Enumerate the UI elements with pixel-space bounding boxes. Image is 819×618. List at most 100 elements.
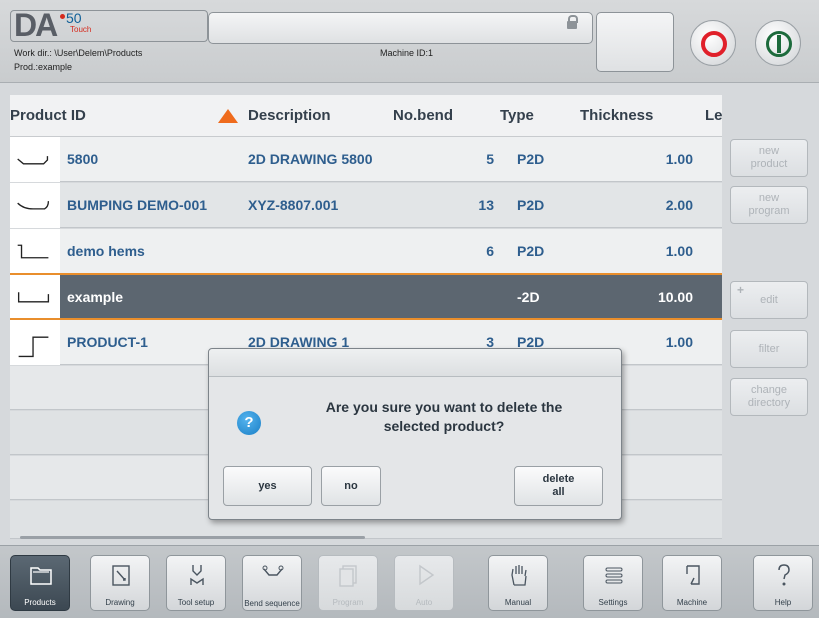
new-program-label-2: program xyxy=(748,205,790,217)
delete-all-label-1: delete xyxy=(542,473,575,485)
settings-icon xyxy=(605,567,623,584)
col-thickness[interactable]: Thickness xyxy=(580,107,653,124)
table-row[interactable]: demo hems 6 P2D 1.00 xyxy=(10,229,722,274)
nav-tool-setup[interactable]: Tool setup xyxy=(166,555,226,611)
cell-bends: 5 xyxy=(486,151,494,167)
work-directory: Work dir.: \User\Delem\Products xyxy=(14,48,143,58)
plus-icon: + xyxy=(737,283,745,297)
row-thumbnail xyxy=(10,229,60,274)
table-row[interactable]: BUMPING DEMO-001 XYZ-8807.001 13 P2D 2.0… xyxy=(10,183,722,228)
machine-icon xyxy=(686,565,700,585)
no-label: no xyxy=(344,479,358,492)
col-description[interactable]: Description xyxy=(248,107,331,124)
dialog-message-line-2: selected product? xyxy=(383,418,505,434)
yes-button[interactable]: yes xyxy=(223,466,312,506)
nav-program[interactable]: Program xyxy=(318,555,378,611)
cell-bends: 13 xyxy=(478,197,494,213)
yes-label: yes xyxy=(258,479,277,492)
drawing-icon xyxy=(112,565,130,586)
current-product: Prod.:example xyxy=(14,62,73,72)
sort-ascending-icon[interactable] xyxy=(218,109,238,123)
table-row-selected[interactable]: example -2D 10.00 xyxy=(10,273,722,320)
cell-thickness: 1.00 xyxy=(665,151,693,167)
nav-manual-label: Manual xyxy=(504,598,532,607)
nav-auto[interactable]: Auto xyxy=(394,555,454,611)
product-shape-icon xyxy=(17,156,49,165)
col-length[interactable]: Le xyxy=(705,107,723,124)
new-product-label-1: new xyxy=(758,145,780,157)
new-program-label-1: new xyxy=(758,192,780,204)
product-shape-icon xyxy=(18,336,49,358)
cell-product-id: BUMPING DEMO-001 xyxy=(67,197,208,213)
edit-button[interactable]: + edit xyxy=(730,281,808,319)
cell-product-id: PRODUCT-1 xyxy=(67,334,148,350)
col-product-id[interactable]: Product ID xyxy=(10,107,86,124)
row-thumbnail xyxy=(10,275,60,318)
product-shape-icon xyxy=(17,244,49,259)
start-icon-bar xyxy=(777,35,781,53)
status-field xyxy=(208,12,593,44)
col-type[interactable]: Type xyxy=(500,107,534,124)
stop-button[interactable] xyxy=(690,20,736,66)
dialog-message-line-1: Are you sure you want to delete the xyxy=(325,399,563,415)
row-thumbnail xyxy=(10,320,60,365)
cell-thickness: 10.00 xyxy=(657,289,693,305)
edit-label: edit xyxy=(760,293,778,306)
bend-sequence-icon xyxy=(262,565,284,576)
program-icon xyxy=(339,565,357,587)
nav-auto-label: Auto xyxy=(415,598,433,607)
cell-description: 2D DRAWING 5800 xyxy=(248,151,373,167)
nav-help-label: Help xyxy=(774,598,792,607)
nav-help[interactable]: Help xyxy=(753,555,813,611)
nav-settings[interactable]: Settings xyxy=(583,555,643,611)
table-header: Product ID Description No.bend Type Thic… xyxy=(10,95,723,137)
cell-type: P2D xyxy=(517,151,545,167)
help-icon xyxy=(778,564,790,586)
delete-all-button[interactable]: delete all xyxy=(514,466,603,506)
logo-frame xyxy=(10,10,208,42)
product-shape-icon xyxy=(17,201,50,210)
nav-machine[interactable]: Machine xyxy=(662,555,722,611)
new-product-label-2: product xyxy=(750,158,788,170)
cell-type: -2D xyxy=(517,289,540,305)
machine-id: Machine ID:1 xyxy=(380,48,434,58)
row-thumbnail xyxy=(10,183,60,228)
nav-drawing-label: Drawing xyxy=(105,598,135,607)
nav-products-label: Products xyxy=(24,598,56,607)
dialog-title-bar xyxy=(209,349,621,377)
new-product-button[interactable]: new product xyxy=(730,139,808,177)
cell-type: P2D xyxy=(517,243,545,259)
no-button[interactable]: no xyxy=(321,466,381,506)
nav-bend-sequence[interactable]: Bend sequence xyxy=(242,555,302,611)
lock-icon[interactable] xyxy=(567,15,578,29)
filter-button[interactable]: filter xyxy=(730,330,808,368)
nav-program-label: Program xyxy=(332,598,364,607)
cell-product-id: example xyxy=(67,289,124,305)
new-program-button[interactable]: new program xyxy=(730,186,808,224)
nav-drawing[interactable]: Drawing xyxy=(90,555,150,611)
stop-icon xyxy=(701,31,727,57)
dialog-message: Are you sure you want to delete the sele… xyxy=(284,398,604,436)
play-icon xyxy=(419,564,435,586)
folder-icon xyxy=(30,567,52,585)
nav-products[interactable]: Products xyxy=(10,555,70,611)
change-directory-label-2: directory xyxy=(747,397,791,409)
nav-tool-setup-label: Tool setup xyxy=(177,598,215,607)
change-directory-button[interactable]: change directory xyxy=(730,378,808,416)
cell-bends: 6 xyxy=(486,243,494,259)
confirm-delete-dialog: ? Are you sure you want to delete the se… xyxy=(208,348,622,520)
start-button[interactable] xyxy=(755,20,801,66)
cell-thickness: 1.00 xyxy=(665,243,693,259)
nav-manual[interactable]: Manual xyxy=(488,555,548,611)
cell-thickness: 2.00 xyxy=(665,197,693,213)
cell-type: P2D xyxy=(517,197,545,213)
filter-label: filter xyxy=(758,342,780,355)
nav-bend-sequence-label: Bend sequence xyxy=(244,599,300,608)
horizontal-scrollbar[interactable] xyxy=(20,536,365,539)
table-row[interactable]: 5800 2D DRAWING 5800 5 P2D 1.00 xyxy=(10,137,722,182)
product-shape-icon xyxy=(17,292,50,303)
cell-product-id: demo hems xyxy=(67,243,145,259)
status-panel xyxy=(596,12,674,72)
col-no-bend[interactable]: No.bend xyxy=(393,107,453,124)
cell-description: XYZ-8807.001 xyxy=(248,197,339,213)
